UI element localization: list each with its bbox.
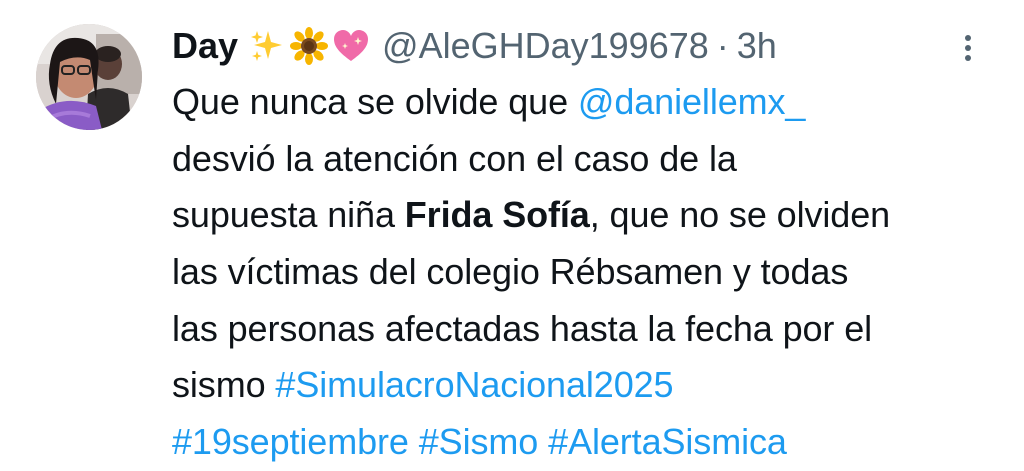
timestamp[interactable]: 3h	[737, 22, 777, 70]
hashtag-link[interactable]: #SimulacroNacional2025	[275, 364, 673, 405]
sunflower-emoji-icon	[290, 27, 329, 65]
tweet-header: Day @AleGHDay199678 · 3h	[172, 22, 777, 70]
tweet-text: Que nunca se olvide que @daniellemx_ des…	[172, 74, 1012, 471]
avatar-photo	[36, 24, 142, 130]
mention-link[interactable]: @daniellemx_	[578, 81, 806, 122]
bold-text: Frida Sofía	[404, 194, 590, 236]
hashtag-link[interactable]: #19septiembre	[172, 421, 409, 462]
sparkles-emoji-icon	[248, 27, 286, 65]
text-segment: sismo	[172, 364, 276, 406]
text-segment: supuesta niña	[172, 194, 405, 236]
sparkling-heart-emoji-icon	[332, 27, 370, 65]
text-line-5: las personas afectadas hasta la fecha po…	[172, 307, 873, 349]
tweet[interactable]: Day @AleGHDay199678 · 3h Que nunca se ol…	[0, 0, 1024, 462]
text-line-4: las víctimas del colegio Rébsamen y toda…	[172, 251, 849, 293]
text-line-7: #19septiembre #Sismo #AlertaSismica	[172, 414, 1012, 471]
hashtag-link[interactable]: #AlertaSismica	[548, 421, 787, 462]
text-line-6: sismo #SimulacroNacional2025	[172, 357, 1012, 414]
more-vertical-icon[interactable]	[956, 30, 980, 70]
hashtag-link[interactable]: #Sismo	[419, 421, 539, 462]
display-name[interactable]: Day	[172, 22, 238, 70]
avatar[interactable]	[36, 24, 142, 130]
text-line-2: desvió la atención con el caso de la	[172, 137, 737, 179]
text-line-3: supuesta niña Frida Sofía, que no se olv…	[172, 187, 1012, 244]
text-line-1: Que nunca se olvide que @daniellemx_	[172, 74, 1012, 131]
user-handle[interactable]: @AleGHDay199678	[382, 22, 709, 70]
text-segment: , que no se olviden	[589, 194, 891, 236]
separator-dot: ·	[716, 25, 729, 66]
text-segment: Que nunca se olvide que	[172, 81, 578, 122]
